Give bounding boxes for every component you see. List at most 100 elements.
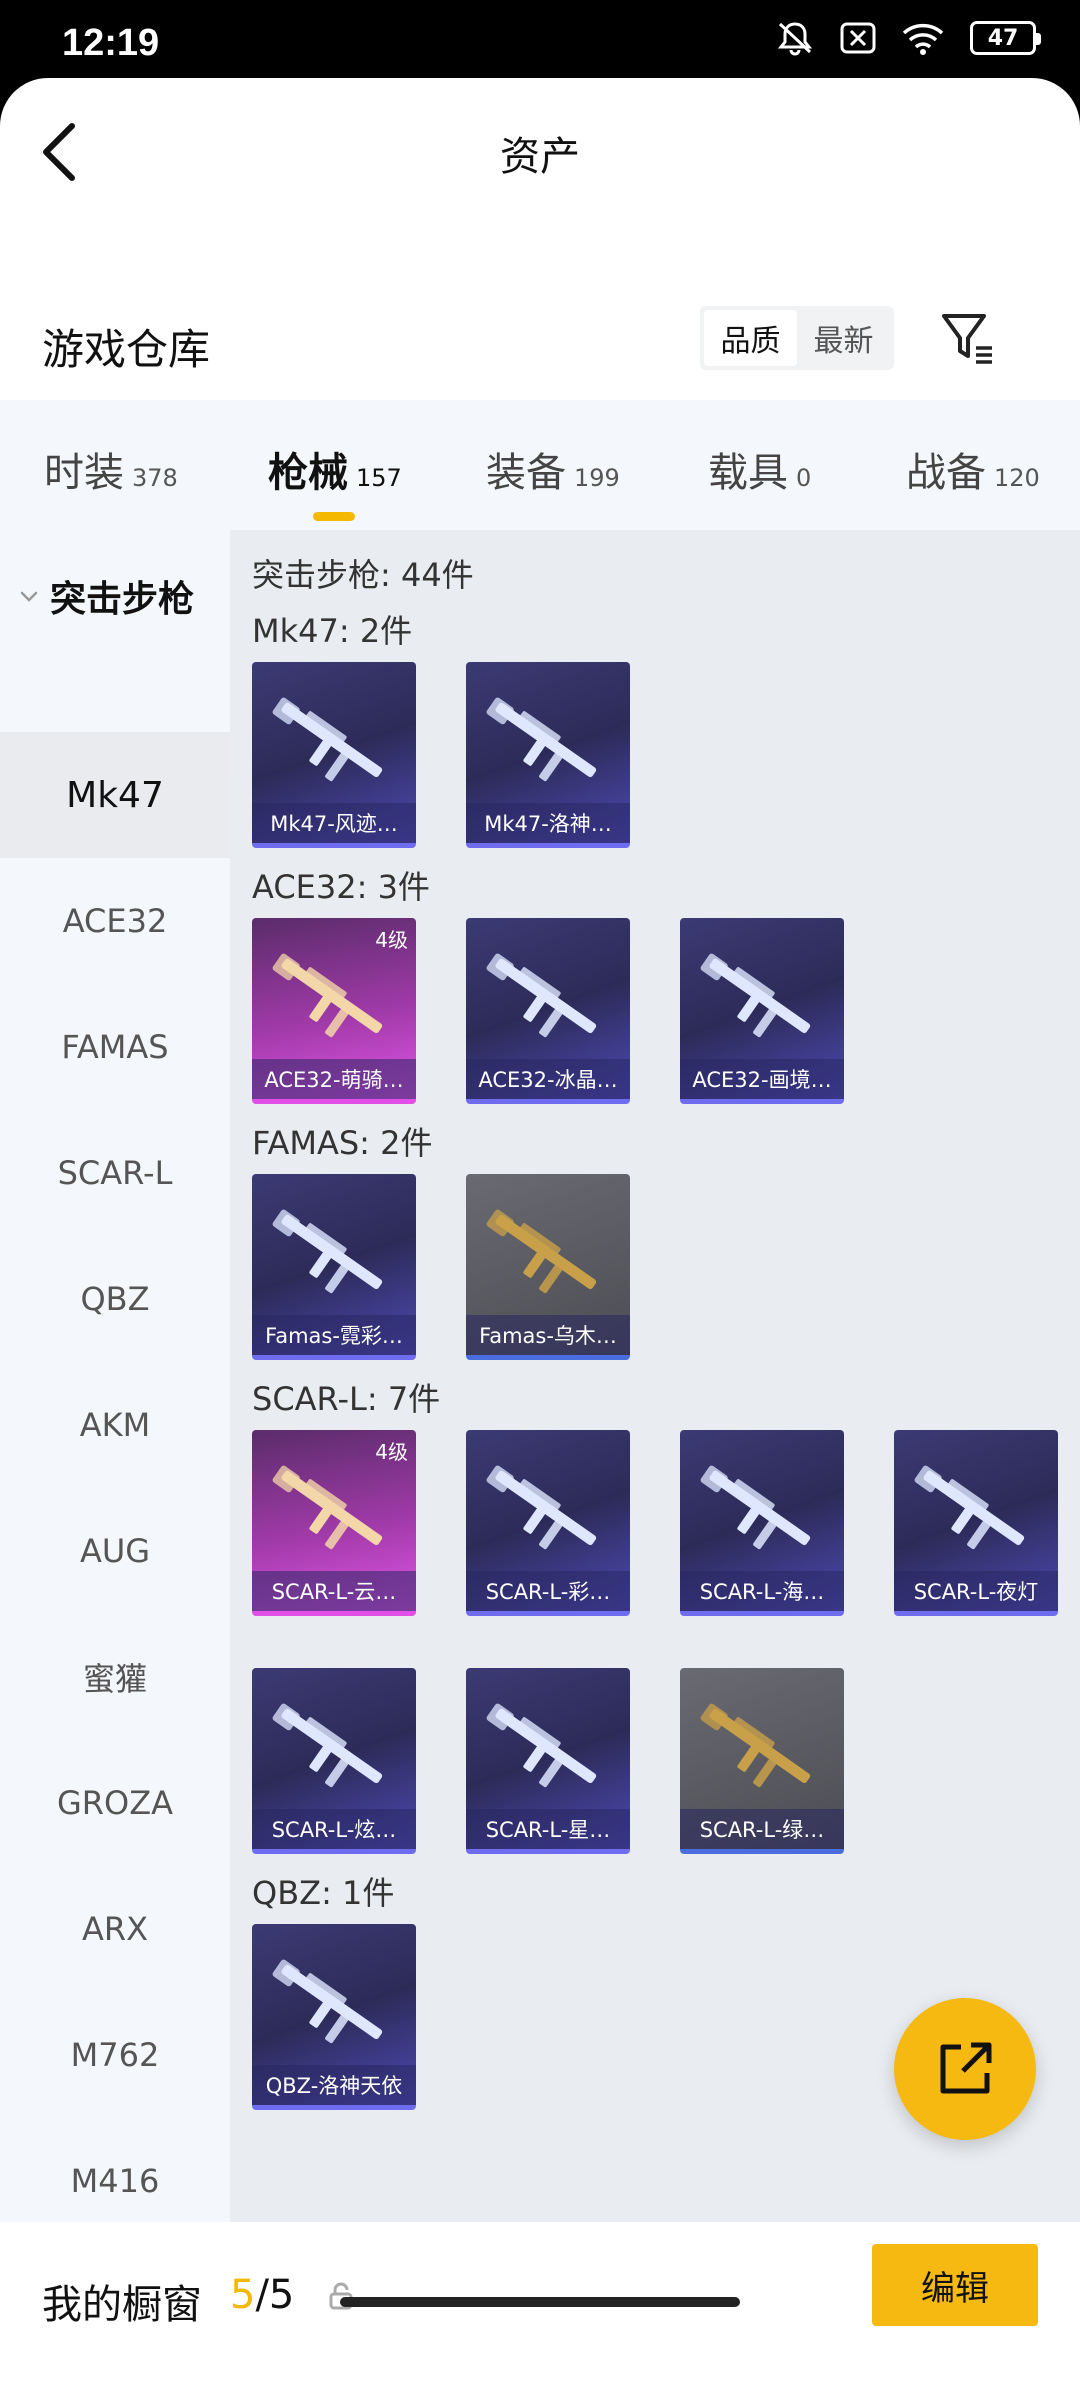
tab-label: 枪械	[268, 450, 348, 496]
sidebar-item-ace32[interactable]: ACE32	[0, 858, 230, 984]
sidebar-item-famas[interactable]: FAMAS	[0, 984, 230, 1110]
section-label: Mk47: 2件	[252, 612, 413, 650]
section-label: ACE32: 3件	[252, 868, 430, 906]
weapon-card[interactable]: Mk47-风迹…	[252, 662, 416, 848]
rifle-icon	[486, 1703, 597, 1788]
weapon-name: QBZ-洛神天依	[252, 2065, 416, 2105]
tab-equipment[interactable]: 装备 199	[486, 440, 620, 498]
showcase-label: 我的橱窗	[42, 2282, 202, 2328]
tab-active-indicator	[313, 512, 355, 521]
sidebar-item-honey-badger[interactable]: 蜜獾	[0, 1614, 230, 1740]
weapon-name: SCAR-L-海…	[680, 1571, 844, 1611]
mute-icon	[777, 22, 813, 56]
weapon-name: SCAR-L-炫…	[252, 1809, 416, 1849]
tab-outfits[interactable]: 时装 378	[44, 440, 178, 498]
weapon-name: SCAR-L-彩…	[466, 1571, 630, 1611]
tab-label: 载具	[708, 450, 788, 496]
page-title: 资产	[500, 134, 580, 180]
sort-quality-button[interactable]: 品质	[704, 310, 797, 366]
weapon-name: SCAR-L-星…	[466, 1809, 630, 1849]
battery-indicator: 47	[970, 21, 1041, 55]
weapon-name: Famas-乌木…	[466, 1315, 630, 1355]
weapon-grid: 突击步枪: 44件 Mk47: 2件 Mk47-风迹… Mk47-洛神… ACE32:…	[230, 530, 1080, 2222]
sidebar-item-arx[interactable]: ARX	[0, 1866, 230, 1992]
tab-count: 378	[132, 464, 178, 492]
sort-toggle: 品质 最新	[700, 306, 894, 370]
repo-row: 游戏仓库 品质 最新	[0, 288, 1080, 388]
sidebar-item-groza[interactable]: GROZA	[0, 1740, 230, 1866]
home-indicator	[340, 2297, 740, 2307]
weapon-card[interactable]: ACE32-冰晶…	[466, 918, 630, 1104]
weapon-card[interactable]: Mk47-洛神…	[466, 662, 630, 848]
weapon-card[interactable]: Famas-霓彩…	[252, 1174, 416, 1360]
showcase-total: /5	[255, 2272, 295, 2318]
weapon-card[interactable]: 4级 SCAR-L-云…	[252, 1430, 416, 1616]
weapon-name: SCAR-L-绿…	[680, 1809, 844, 1849]
tab-weapons[interactable]: 枪械 157	[268, 440, 402, 498]
weapon-card[interactable]: QBZ-洛神天依	[252, 1924, 416, 2110]
repo-title: 游戏仓库	[42, 325, 211, 374]
tab-count: 0	[796, 464, 812, 492]
weapon-card[interactable]: Famas-乌木…	[466, 1174, 630, 1360]
section-label: SCAR-L: 7件	[252, 1380, 441, 1418]
rifle-icon	[272, 1209, 383, 1294]
sidebar-group-label: 突击步枪	[50, 579, 195, 620]
tab-label: 时装	[44, 450, 124, 496]
status-icons: 47	[776, 20, 1041, 56]
tab-label: 装备	[486, 450, 566, 496]
weapon-card[interactable]: SCAR-L-海…	[680, 1430, 844, 1616]
showcase-count: 5/5	[230, 2272, 294, 2318]
wifi-icon	[902, 23, 944, 55]
filter-icon[interactable]	[938, 308, 998, 368]
weapon-card[interactable]: SCAR-L-星…	[466, 1668, 630, 1854]
section-label: FAMAS: 2件	[252, 1124, 433, 1162]
sidebar-item-scar-l[interactable]: SCAR-L	[0, 1110, 230, 1236]
sidebar-item-m762[interactable]: M762	[0, 1992, 230, 2118]
weapon-card[interactable]: ACE32-画境…	[680, 918, 844, 1104]
page-header: 资产	[0, 78, 1080, 228]
category-tabs: 时装 378 枪械 157 装备 199 载具 0 战备 120	[0, 400, 1080, 530]
weapon-card[interactable]: SCAR-L-炫…	[252, 1668, 416, 1854]
sidebar-group-assault-rifles[interactable]: 突击步枪	[18, 570, 194, 622]
rifle-icon	[272, 1959, 383, 2044]
showcase-used: 5	[230, 2272, 256, 2318]
rifle-icon	[272, 1703, 383, 1788]
weapon-sidebar: 突击步枪 Mk47 ACE32 FAMAS SCAR-L QBZ AKM AUG…	[0, 530, 230, 2222]
rifle-icon	[700, 1703, 811, 1788]
tab-count: 120	[994, 464, 1040, 492]
tab-vehicles[interactable]: 载具 0	[708, 440, 811, 498]
weapon-card[interactable]: SCAR-L-彩…	[466, 1430, 630, 1616]
rifle-icon	[486, 953, 597, 1038]
rifle-icon	[272, 1465, 383, 1550]
asset-sheet: 资产 游戏仓库 品质 最新 时装 378 枪械 157 装备 199 载具 0 …	[0, 78, 1080, 2400]
status-bar: 12:19 47	[0, 0, 1080, 78]
tab-count: 157	[356, 464, 402, 492]
chevron-down-icon	[20, 591, 38, 602]
tab-combat-gear[interactable]: 战备 120	[906, 440, 1040, 498]
weapon-name: Mk47-洛神…	[466, 803, 630, 843]
rifle-icon	[272, 697, 383, 782]
showcase-bar: 我的橱窗 5/5 编辑	[0, 2222, 1080, 2400]
weapon-name: SCAR-L-夜灯	[894, 1571, 1058, 1611]
weapon-card[interactable]: SCAR-L-夜灯	[894, 1430, 1058, 1616]
share-button[interactable]	[894, 1998, 1036, 2140]
rifle-icon	[486, 1465, 597, 1550]
sort-newest-button[interactable]: 最新	[797, 310, 890, 366]
rifle-icon	[272, 953, 383, 1038]
weapon-name: SCAR-L-云…	[252, 1571, 416, 1611]
tab-count: 199	[574, 464, 620, 492]
level-badge: 4级	[375, 1440, 408, 1464]
weapon-name: ACE32-冰晶…	[466, 1059, 630, 1099]
no-sim-icon	[840, 22, 876, 54]
rifle-icon	[486, 697, 597, 782]
rifle-icon	[700, 1465, 811, 1550]
weapon-card[interactable]: SCAR-L-绿…	[680, 1668, 844, 1854]
sidebar-item-aug[interactable]: AUG	[0, 1488, 230, 1614]
edit-button[interactable]: 编辑	[872, 2244, 1038, 2326]
sidebar-item-qbz[interactable]: QBZ	[0, 1236, 230, 1362]
sidebar-item-akm[interactable]: AKM	[0, 1362, 230, 1488]
summary-label: 突击步枪: 44件	[252, 556, 474, 594]
weapon-card[interactable]: 4级 ACE32-萌骑…	[252, 918, 416, 1104]
weapon-name: Famas-霓彩…	[252, 1315, 416, 1355]
sidebar-item-mk47[interactable]: Mk47	[0, 732, 230, 858]
